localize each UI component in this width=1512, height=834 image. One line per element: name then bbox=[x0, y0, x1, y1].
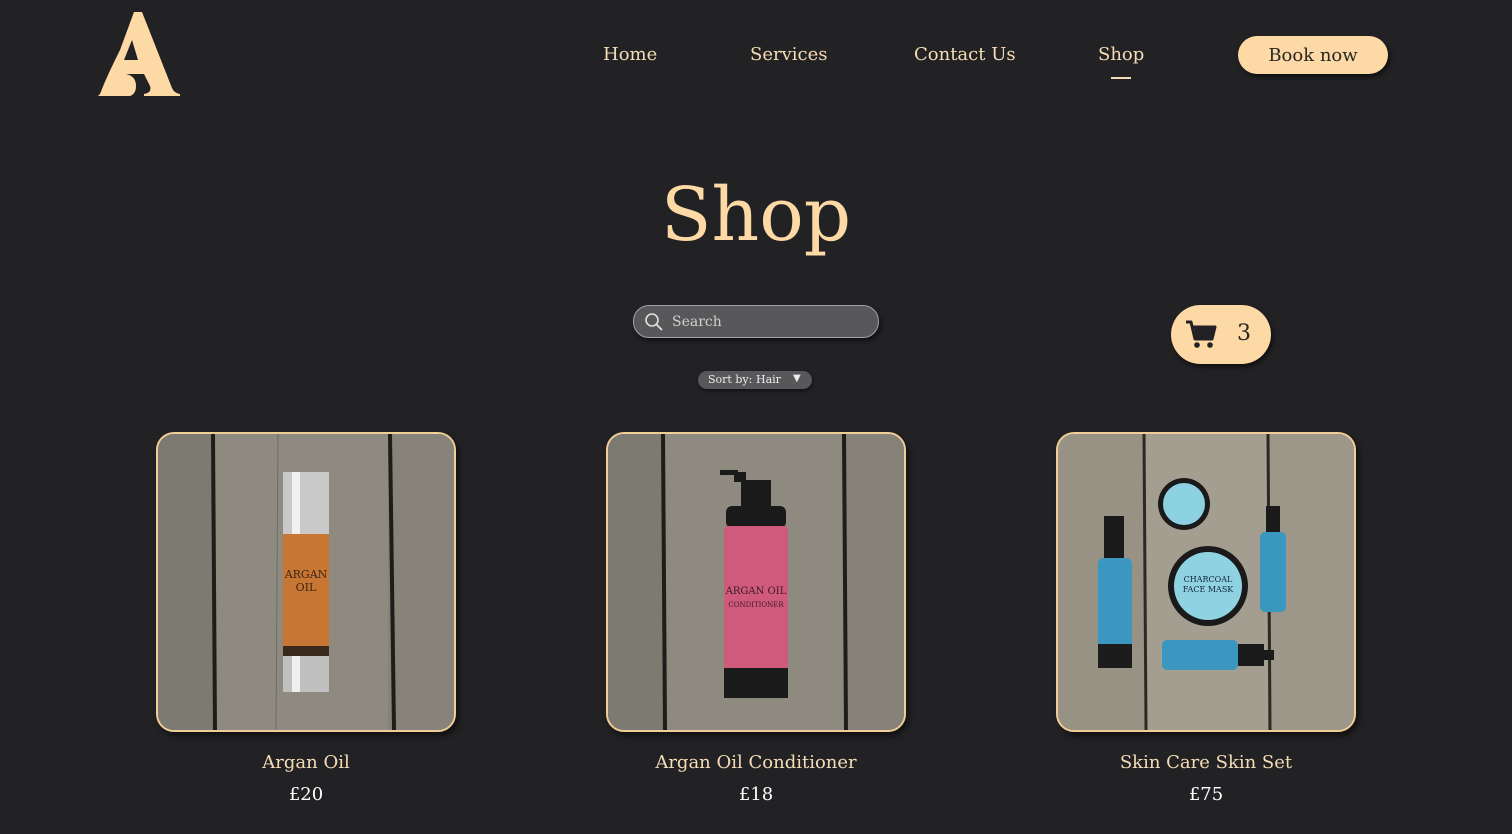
product-card[interactable]: ARGAN OIL CONDITIONER Argan Oil Conditio… bbox=[606, 432, 906, 805]
product-label-text: CONDITIONER bbox=[728, 601, 784, 609]
shopping-cart-icon bbox=[1185, 320, 1217, 350]
nav-services[interactable]: Services bbox=[750, 44, 827, 65]
product-image[interactable]: ARGAN OIL CONDITIONER bbox=[606, 432, 906, 732]
sort-label: Sort by: bbox=[708, 373, 753, 386]
search-bar bbox=[633, 305, 879, 338]
page-title: Shop bbox=[660, 172, 852, 258]
search-input[interactable] bbox=[672, 306, 868, 337]
chevron-down-icon: ▼ bbox=[793, 373, 801, 384]
nav-home[interactable]: Home bbox=[603, 44, 657, 65]
product-label-text: OIL bbox=[296, 581, 317, 594]
cart-button[interactable]: 3 bbox=[1171, 305, 1271, 364]
product-card[interactable]: ARGAN OIL Argan Oil £20 bbox=[156, 432, 456, 805]
search-icon bbox=[644, 312, 664, 332]
product-image[interactable]: ARGAN OIL bbox=[156, 432, 456, 732]
product-name[interactable]: Argan Oil bbox=[156, 752, 456, 773]
sort-value: Hair bbox=[756, 373, 781, 386]
cart-count: 3 bbox=[1237, 321, 1251, 346]
product-label-text: ARGAN bbox=[284, 568, 328, 581]
product-image[interactable]: CHARCOAL FACE MASK bbox=[1056, 432, 1356, 732]
product-label-text: FACE MASK bbox=[1183, 585, 1235, 594]
product-price: £20 bbox=[288, 784, 324, 805]
product-name[interactable]: Skin Care Skin Set bbox=[1056, 752, 1356, 773]
nav-contact-us[interactable]: Contact Us bbox=[914, 44, 1016, 65]
nav-shop[interactable]: Shop bbox=[1098, 44, 1144, 79]
product-label-text: ARGAN OIL bbox=[725, 586, 787, 597]
product-name[interactable]: Argan Oil Conditioner bbox=[606, 752, 906, 773]
product-card[interactable]: CHARCOAL FACE MASK Skin Care Skin Set £7… bbox=[1056, 432, 1356, 805]
book-now-button[interactable]: Book now bbox=[1238, 36, 1388, 74]
product-price: £75 bbox=[1188, 784, 1224, 805]
sort-dropdown[interactable]: Sort by: Hair ▼ bbox=[698, 371, 812, 389]
product-price: £18 bbox=[738, 784, 774, 805]
product-label-text: CHARCOAL bbox=[1184, 575, 1233, 584]
